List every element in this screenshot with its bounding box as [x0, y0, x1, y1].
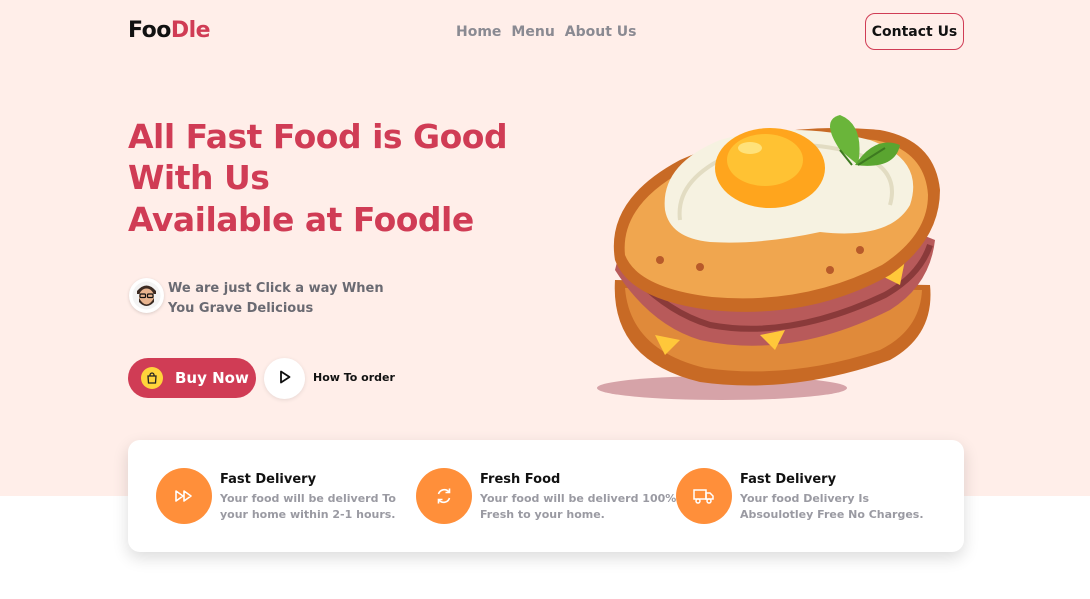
nav-item-home[interactable]: Home: [456, 24, 501, 40]
feature-title: Fast Delivery: [220, 472, 317, 487]
brand-logo[interactable]: FooDle: [128, 18, 211, 43]
feature-title: Fresh Food: [480, 472, 561, 487]
buy-now-label: Buy Now: [175, 369, 249, 387]
fast-forward-icon: [156, 468, 212, 524]
hero-tagline: We are just Click a way When You Grave D…: [168, 281, 384, 316]
feature-description: Your food will be deliverd 100% Fresh to…: [480, 492, 677, 521]
features-card: Fast Delivery Your food will be deliverd…: [128, 440, 964, 552]
feature-description: Your food will be deliverd To your home …: [220, 492, 396, 521]
truck-icon: [676, 468, 732, 524]
hero-subtitle: Available at Foodle: [128, 200, 474, 239]
feature-title: Fast Delivery: [740, 472, 837, 487]
nav-item-menu[interactable]: Menu: [511, 24, 554, 40]
feature-description: Your food Delivery Is Absoulotley Free N…: [740, 492, 924, 521]
nav-item-about[interactable]: About Us: [565, 24, 637, 40]
play-video-button[interactable]: [264, 358, 305, 399]
shopping-bag-icon: [141, 367, 163, 389]
refresh-icon: [416, 468, 472, 524]
how-to-order-link[interactable]: How To order: [313, 371, 395, 384]
contact-us-button[interactable]: Contact Us: [865, 13, 964, 50]
play-icon: [279, 370, 291, 387]
hero-title: All Fast Food is Good With Us: [128, 117, 508, 197]
logo-text-part2: Dle: [170, 18, 211, 43]
logo-text-part1: Foo: [128, 18, 171, 43]
avatar: [129, 278, 164, 313]
main-nav: Home Menu About Us: [456, 24, 637, 40]
sandwich-illustration: [590, 110, 950, 410]
buy-now-button[interactable]: Buy Now: [128, 358, 256, 398]
